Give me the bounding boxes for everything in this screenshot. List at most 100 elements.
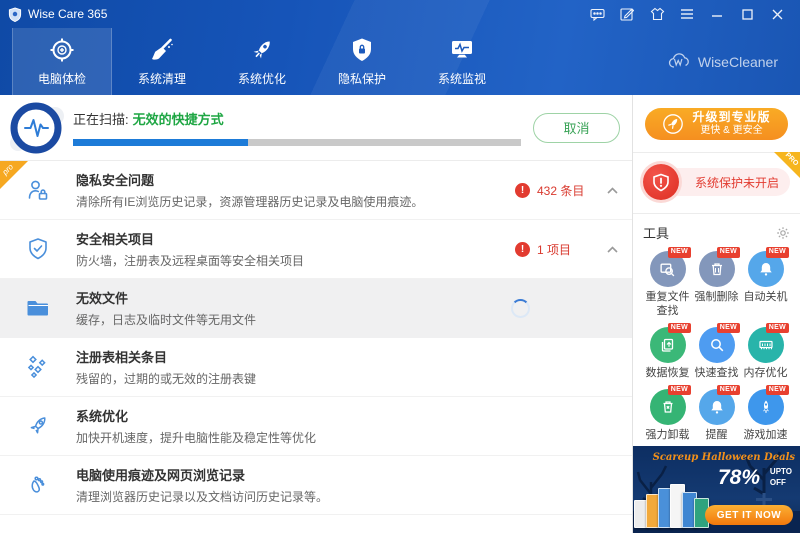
scan-row-system-tuneup[interactable]: 系统优化 加快开机速度，提升电脑性能及稳定性等优化 — [0, 397, 632, 456]
tab-system-cleaner[interactable]: 系统清理 — [112, 28, 212, 95]
product-boxes — [637, 484, 709, 528]
tool-memory-optimizer[interactable]: NEW 内存优化 — [741, 327, 790, 380]
scan-row-registry-entries[interactable]: 注册表相关条目 残留的，过期的或无效的注册表键 — [0, 338, 632, 397]
tab-pc-checkup[interactable]: 电脑体检 — [12, 28, 112, 95]
settings-gear-icon[interactable] — [776, 226, 790, 240]
tool-label: 重复文件查找 — [643, 291, 692, 317]
window-controls — [582, 2, 792, 26]
cancel-button[interactable]: 取消 — [533, 113, 620, 143]
row-desc: 防火墙，注册表及远程桌面等安全相关项目 — [76, 252, 515, 269]
tool-label: 自动关机 — [741, 291, 790, 304]
new-badge: NEW — [766, 323, 789, 333]
edit-icon[interactable] — [612, 2, 642, 26]
tools-title: 工具 — [643, 223, 669, 242]
row-desc: 残留的，过期的或无效的注册表键 — [76, 370, 632, 387]
tool-label: 游戏加速 — [741, 429, 790, 442]
scan-row-usage-traces[interactable]: 电脑使用痕迹及网页浏览记录 清理浏览器历史记录以及文档访问历史记录等。 — [0, 456, 632, 515]
tool-label: 数据恢复 — [643, 367, 692, 380]
scan-row-security-items[interactable]: 安全相关项目 防火墙，注册表及远程桌面等安全相关项目 ! 1 项目 — [0, 220, 632, 279]
alert-icon: ! — [515, 242, 530, 257]
get-it-now-button[interactable]: GET IT NOW — [705, 505, 793, 525]
protection-status-card[interactable]: PRO 系统保护未开启 — [633, 152, 800, 213]
row-title: 系统优化 — [76, 406, 632, 425]
banner-off: OFF — [770, 478, 792, 488]
row-title: 注册表相关条目 — [76, 347, 632, 366]
tool-data-recovery[interactable]: NEW 数据恢复 — [643, 327, 692, 380]
banner-title: Scareup Halloween Deals — [653, 452, 795, 463]
tool-force-uninstall[interactable]: NEW 强力卸载 — [643, 389, 692, 442]
row-desc: 缓存，日志及临时文件等无用文件 — [76, 311, 511, 328]
footprint-icon — [0, 472, 76, 498]
checkup-icon — [49, 37, 75, 63]
new-badge: NEW — [668, 385, 691, 395]
scan-status-prefix: 正在扫描: — [73, 112, 129, 127]
tab-label: 电脑体检 — [38, 70, 86, 87]
scan-row-privacy-issues[interactable]: pro 隐私安全问题 清除所有IE浏览历史记录，资源管理器历史记录及电脑使用痕迹… — [0, 161, 632, 220]
tool-label: 强力卸载 — [643, 429, 692, 442]
tab-label: 系统监视 — [438, 70, 486, 87]
minimize-icon[interactable] — [702, 2, 732, 26]
cleaner-icon — [149, 37, 175, 63]
row-text: 系统优化 加快开机速度，提升电脑性能及稳定性等优化 — [76, 406, 632, 446]
scan-header: 正在扫描:无效的快捷方式 取消 — [0, 95, 632, 161]
tuneup-icon — [249, 37, 275, 63]
row-text: 无效文件 缓存，日志及临时文件等无用文件 — [76, 288, 511, 328]
tool-label: 快速查找 — [692, 367, 741, 380]
tab-system-tuneup[interactable]: 系统优化 — [212, 28, 312, 95]
tab-system-monitor[interactable]: 系统监视 — [412, 28, 512, 95]
scan-pulse-icon — [0, 97, 73, 159]
row-desc: 加快开机速度，提升电脑性能及稳定性等优化 — [76, 429, 632, 446]
protection-label: 系统保护未开启 — [695, 174, 779, 191]
row-text: 电脑使用痕迹及网页浏览记录 清理浏览器历史记录以及文档访问历史记录等。 — [76, 465, 632, 505]
scan-row-invalid-files[interactable]: 无效文件 缓存，日志及临时文件等无用文件 — [0, 279, 632, 338]
tool-game-booster[interactable]: NEW 游戏加速 — [741, 389, 790, 442]
row-title: 安全相关项目 — [76, 229, 515, 248]
upgrade-pro-button[interactable]: 升级到专业版 更快 & 更安全 — [645, 108, 788, 140]
tool-duplicate-finder[interactable]: NEW 重复文件查找 — [643, 251, 692, 317]
main-panel: 正在扫描:无效的快捷方式 取消 pro — [0, 95, 632, 533]
row-title: 隐私安全问题 — [76, 170, 515, 189]
privacy-icon — [349, 37, 375, 63]
scan-item-list: pro 隐私安全问题 清除所有IE浏览历史记录，资源管理器历史记录及电脑使用痕迹… — [0, 161, 632, 533]
chevron-up-icon[interactable] — [607, 187, 618, 194]
tool-quick-search[interactable]: NEW 快速查找 — [692, 327, 741, 380]
message-icon[interactable] — [582, 2, 612, 26]
chevron-up-icon[interactable] — [607, 246, 618, 253]
row-text: 注册表相关条目 残留的，过期的或无效的注册表键 — [76, 347, 632, 387]
tool-label: 提醒 — [692, 429, 741, 442]
brand-name: WiseCleaner — [698, 54, 778, 70]
alert-icon: ! — [515, 183, 530, 198]
new-badge: NEW — [668, 247, 691, 257]
halloween-promo-banner[interactable]: Scareup Halloween Deals 78% UPTO OFF GET… — [633, 446, 800, 533]
scan-progress-fill — [73, 139, 248, 146]
new-badge: NEW — [766, 247, 789, 257]
skin-icon[interactable] — [642, 2, 672, 26]
tool-reminder[interactable]: NEW 提醒 — [692, 389, 741, 442]
app-shield-icon — [8, 7, 22, 22]
row-text: 隐私安全问题 清除所有IE浏览历史记录，资源管理器历史记录及电脑使用痕迹。 — [76, 170, 515, 210]
wisecleaner-brand: WiseCleaner — [667, 28, 788, 95]
titlebar: Wise Care 365 — [0, 0, 800, 28]
scan-status: 正在扫描:无效的快捷方式 — [73, 109, 521, 128]
scan-progress-group: 正在扫描:无效的快捷方式 — [73, 109, 521, 146]
row-right: ! 432 条目 — [515, 182, 632, 199]
content-area: 正在扫描:无效的快捷方式 取消 pro — [0, 95, 800, 533]
row-title: 电脑使用痕迹及网页浏览记录 — [76, 465, 632, 484]
item-count: 432 条目 — [537, 182, 585, 199]
tab-privacy-protector[interactable]: 隐私保护 — [312, 28, 412, 95]
folder-icon — [0, 295, 76, 321]
row-desc: 清理浏览器历史记录以及文档访问历史记录等。 — [76, 488, 632, 505]
tool-force-delete[interactable]: NEW 强制删除 — [692, 251, 741, 317]
upgrade-rocket-icon — [662, 113, 684, 135]
menu-icon[interactable] — [672, 2, 702, 26]
main-nav: 电脑体检 系统清理 系统优 — [0, 28, 800, 95]
tab-label: 系统优化 — [238, 70, 286, 87]
tool-label: 内存优化 — [741, 367, 790, 380]
new-badge: NEW — [668, 323, 691, 333]
maximize-icon[interactable] — [732, 2, 762, 26]
tool-auto-shutdown[interactable]: NEW 自动关机 — [741, 251, 790, 317]
upgrade-line2: 更快 & 更安全 — [692, 125, 770, 138]
rocket-outline-icon — [0, 413, 76, 439]
side-panel: 升级到专业版 更快 & 更安全 PRO 系统保护未开启 — [632, 95, 800, 533]
close-icon[interactable] — [762, 2, 792, 26]
